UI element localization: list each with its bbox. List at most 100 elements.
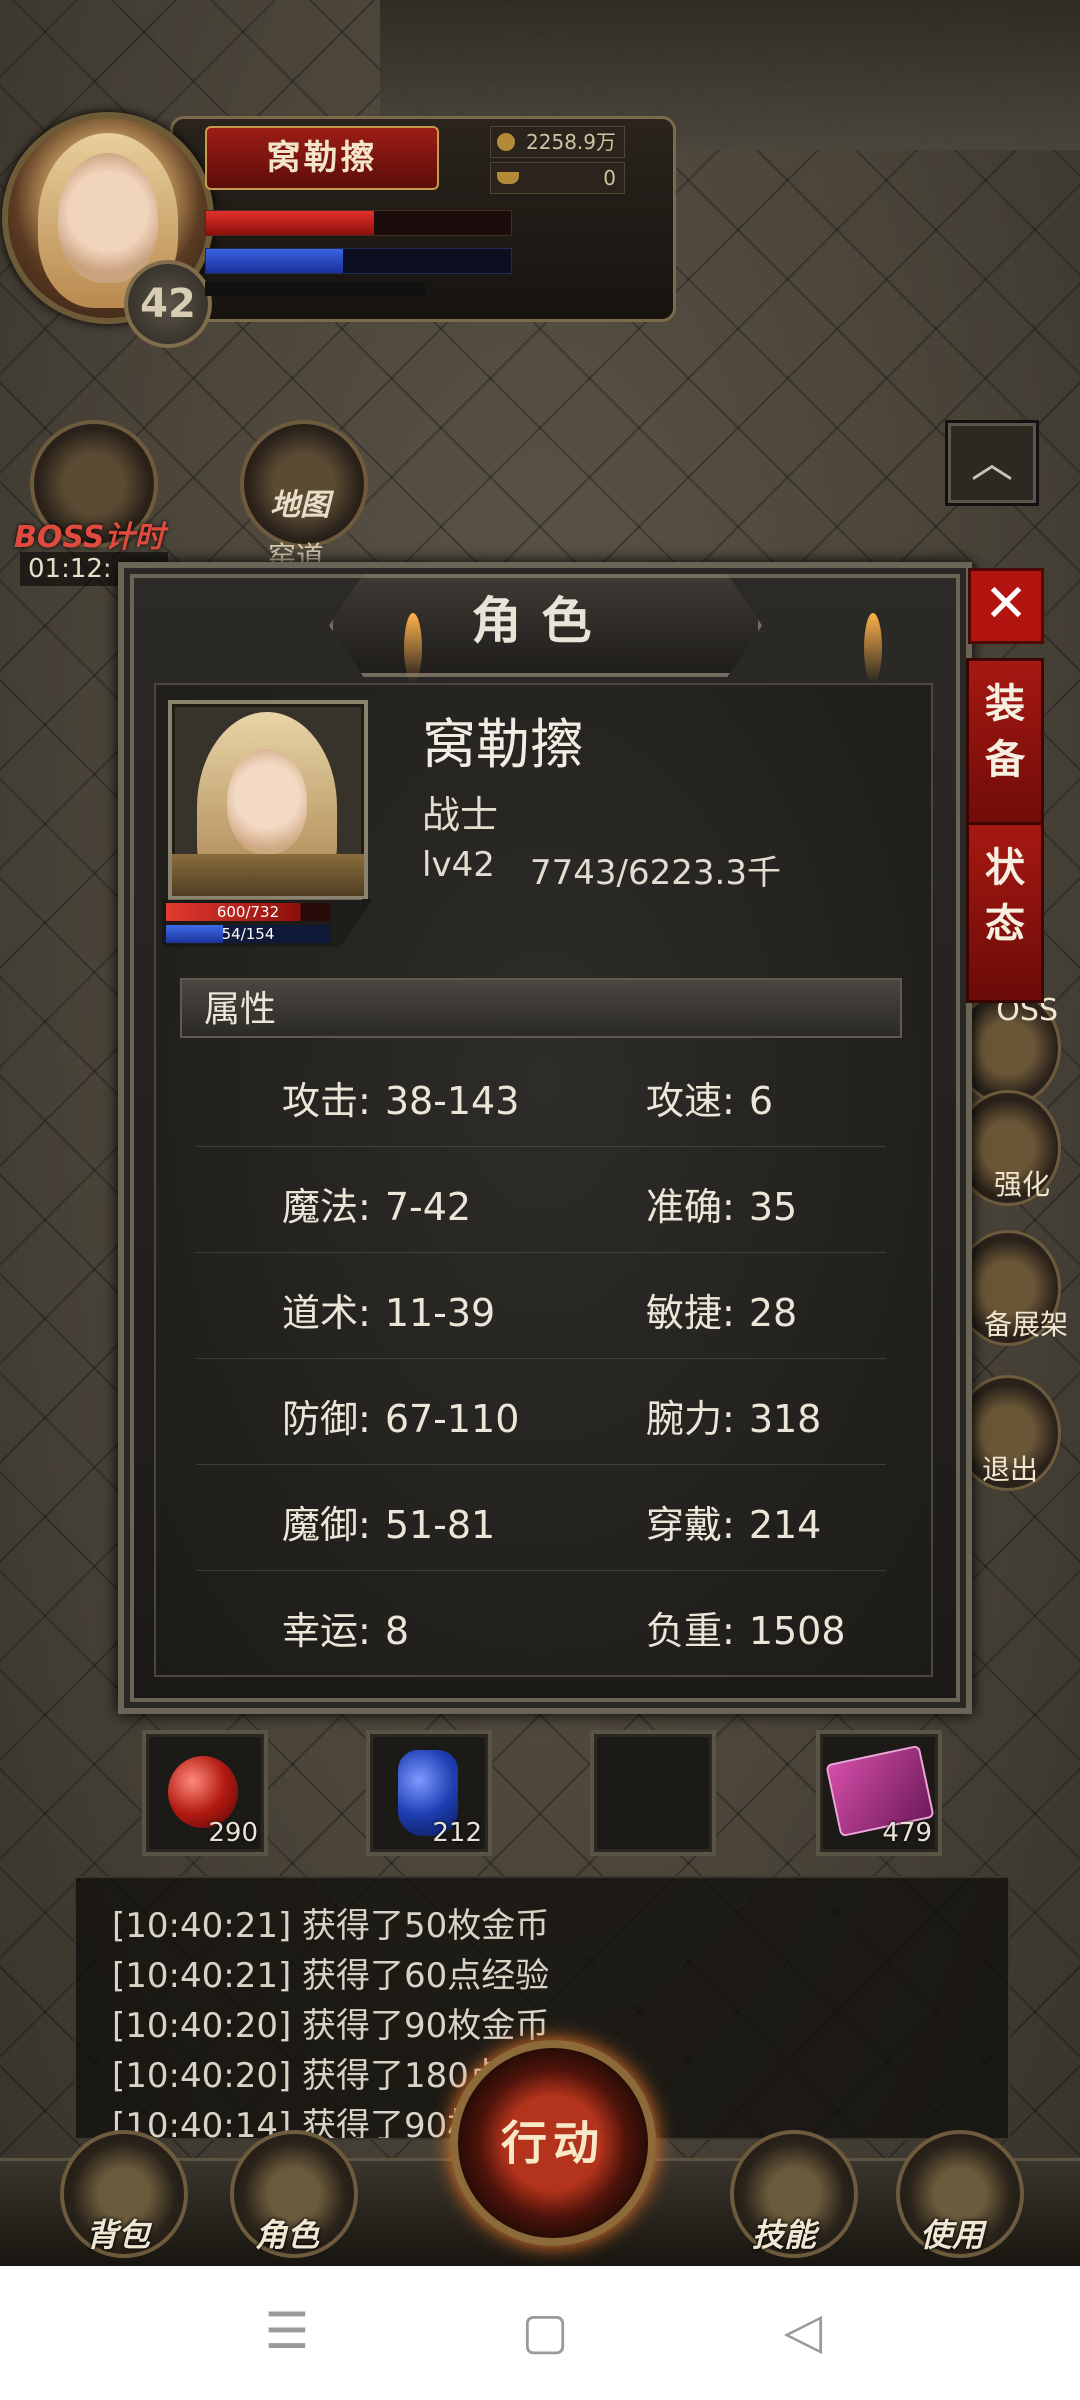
menu-icon[interactable]: ☰: [252, 2306, 322, 2356]
attribute-left: 攻击: 38-143: [282, 1070, 519, 1125]
strengthen-label: 强化: [993, 1168, 1050, 1201]
character-hp-bar: 600/732: [166, 903, 330, 921]
skill-label: 技能: [752, 2216, 817, 2254]
gold-amount: 2258.9万: [526, 130, 616, 154]
hud-exp-bar: [205, 282, 425, 296]
boss-timer-label: BOSS计时: [14, 520, 165, 555]
character-mp-bar: 54/154: [166, 925, 330, 943]
attribute-right: 准确: 35: [646, 1176, 797, 1231]
attribute-row: 攻击: 38-143 攻速: 6: [196, 1040, 886, 1147]
attribute-value: 11-39: [384, 1291, 496, 1335]
quick-slot-scroll[interactable]: 479: [816, 1730, 942, 1856]
player-hud: 42 窝勒擦 2258.9万 0: [0, 110, 680, 348]
portrait-armor: [172, 854, 364, 896]
attribute-key: 防御:: [282, 1397, 371, 1441]
hud-hp-bar: [205, 210, 512, 236]
attribute-value: 6: [748, 1079, 773, 1123]
tab-status[interactable]: 状态: [966, 822, 1044, 1003]
equip-rack-label: 备展架: [983, 1308, 1068, 1341]
quick-slot-red-potion[interactable]: 290: [142, 1730, 268, 1856]
attribute-value: 67-110: [384, 1397, 520, 1441]
bag-label: 背包: [86, 2216, 151, 2254]
gold-display: 2258.9万: [490, 126, 625, 158]
character-name: 窝勒擦: [422, 713, 584, 776]
attribute-value: 51-81: [384, 1503, 496, 1547]
attribute-value: 7-42: [384, 1185, 472, 1229]
tab-equipment[interactable]: 装备: [966, 658, 1044, 839]
ingot-amount: 0: [603, 166, 616, 190]
character-mp-fill: [166, 925, 224, 943]
attribute-value: 38-143: [384, 1079, 520, 1123]
flame-decoration: [404, 613, 422, 683]
player-name-plate: 窝勒擦: [205, 126, 439, 190]
slot-count: 212: [432, 1818, 482, 1848]
use-label: 使用: [920, 2216, 985, 2254]
attribute-row: 魔御: 51-81 穿戴: 214: [196, 1464, 886, 1571]
attribute-row: 道术: 11-39 敏捷: 28: [196, 1252, 886, 1359]
back-icon[interactable]: ◁: [768, 2306, 838, 2356]
action-button[interactable]: 行动: [450, 2040, 656, 2246]
attribute-value: 28: [748, 1291, 798, 1335]
log-line: [10:40:21] 获得了60点经验: [112, 1956, 550, 1996]
attribute-value: 35: [748, 1185, 798, 1229]
attribute-key: 穿戴:: [646, 1503, 735, 1547]
attribute-left: 魔御: 51-81: [282, 1494, 495, 1549]
attribute-key: 腕力:: [646, 1397, 735, 1441]
attribute-value: 1508: [748, 1609, 846, 1653]
attributes-list: 攻击: 38-143 攻速: 6 魔法: 7-42 准确: 35 道术: 11-39 敏捷…: [196, 1040, 886, 1670]
character-mp-text: 54/154: [221, 925, 275, 943]
log-line: [10:40:20] 获得了90枚金币: [112, 2006, 550, 2046]
player-level-badge: 42: [124, 260, 212, 348]
close-icon: ✕: [984, 574, 1028, 634]
attribute-key: 敏捷:: [646, 1291, 735, 1335]
quick-slot-empty[interactable]: [590, 1730, 716, 1856]
attribute-right: 负重: 1508: [646, 1600, 846, 1655]
panel-title: 角色: [471, 592, 612, 650]
attribute-right: 腕力: 318: [646, 1388, 821, 1443]
attribute-right: 攻速: 6: [646, 1070, 773, 1125]
attribute-right: 敏捷: 28: [646, 1282, 797, 1337]
hud-hp-fill: [206, 211, 374, 235]
attribute-row: 幸运: 8 负重: 1508: [196, 1570, 886, 1676]
attribute-key: 道术:: [282, 1291, 371, 1335]
character-portrait: [168, 700, 368, 900]
slot-count: 479: [882, 1818, 932, 1848]
attribute-value: 8: [384, 1609, 409, 1653]
chevron-up-icon: ︿: [970, 438, 1013, 487]
collapse-up-button[interactable]: ︿: [945, 420, 1039, 506]
character-exp: 7743/6223.3千: [530, 853, 781, 893]
portrait-face: [227, 749, 307, 854]
coin-icon: [497, 133, 515, 151]
attribute-left: 防御: 67-110: [282, 1388, 519, 1443]
attribute-key: 负重:: [646, 1609, 735, 1653]
character-class: 战士: [422, 793, 499, 837]
avatar-face: [58, 153, 158, 283]
attribute-right: 穿戴: 214: [646, 1494, 821, 1549]
attribute-key: 魔御:: [282, 1503, 371, 1547]
slot-count: 290: [208, 1818, 258, 1848]
hud-mp-bar: [205, 248, 512, 274]
tab-equipment-label: 装备: [985, 681, 1025, 783]
character-level: lv42: [422, 845, 495, 885]
log-line: [10:40:21] 获得了50枚金币: [112, 1906, 550, 1946]
attribute-left: 魔法: 7-42: [282, 1176, 471, 1231]
home-icon[interactable]: ▢: [510, 2306, 580, 2356]
exit-label: 退出: [981, 1453, 1038, 1486]
hud-mp-fill: [206, 249, 344, 273]
attribute-key: 攻击:: [282, 1079, 371, 1123]
close-button[interactable]: ✕: [968, 568, 1044, 644]
attribute-value: 214: [748, 1503, 822, 1547]
tab-status-label: 状态: [985, 845, 1025, 947]
attribute-row: 魔法: 7-42 准确: 35: [196, 1146, 886, 1253]
attribute-key: 攻速:: [646, 1079, 735, 1123]
ingot-display: 0: [490, 162, 625, 194]
attribute-left: 道术: 11-39: [282, 1282, 495, 1337]
attributes-section-header: 属性: [180, 978, 902, 1038]
system-navigation-bar: ☰ ▢ ◁: [0, 2266, 1080, 2400]
ingot-icon: [497, 172, 519, 184]
role-label: 角色: [255, 2216, 320, 2254]
quick-slot-blue-potion[interactable]: 212: [366, 1730, 492, 1856]
attribute-key: 准确:: [646, 1185, 735, 1229]
character-hp-text: 600/732: [216, 903, 280, 921]
map-label: 地图: [270, 488, 330, 523]
